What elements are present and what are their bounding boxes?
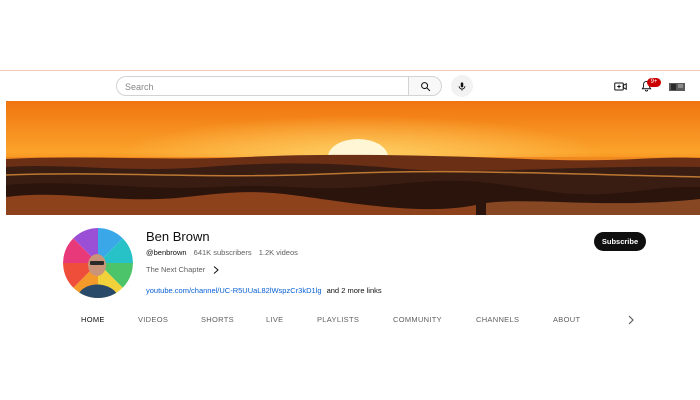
tab-home[interactable]: HOME (81, 315, 105, 324)
search-box (116, 76, 408, 96)
account-avatar[interactable] (669, 80, 685, 92)
channel-name: Ben Brown (146, 229, 210, 244)
channel-handle: @benbrown (146, 248, 187, 257)
tab-playlists[interactable]: PLAYLISTS (317, 315, 359, 324)
video-count: 1.2K videos (258, 248, 298, 257)
channel-link[interactable]: youtube.com/channel/UC-R5UUaL82lWspzCr3k… (146, 286, 322, 295)
search-input[interactable] (125, 78, 395, 96)
create-video-icon (613, 82, 627, 90)
chevron-right-icon (213, 265, 219, 274)
tab-about[interactable]: ABOUT (553, 315, 580, 324)
create-button[interactable] (612, 78, 628, 94)
subscriber-count: 641K subscribers (193, 248, 252, 257)
notification-badge: 9+ (647, 78, 661, 87)
search-icon (420, 81, 430, 91)
more-links[interactable]: and 2 more links (327, 286, 382, 295)
voice-search-button[interactable] (451, 75, 473, 97)
channel-meta: @benbrown 641K subscribers 1.2K videos (146, 248, 303, 257)
channel-avatar[interactable] (63, 228, 133, 298)
tab-live[interactable]: LIVE (266, 315, 283, 324)
tab-shorts[interactable]: SHORTS (201, 315, 234, 324)
channel-links: youtube.com/channel/UC-R5UUaL82lWspzCr3k… (146, 286, 382, 295)
tabs-scroll-right-icon[interactable] (626, 314, 636, 326)
tab-videos[interactable]: VIDEOS (138, 315, 168, 324)
search-button[interactable] (408, 76, 442, 96)
masthead (0, 71, 700, 101)
mic-icon (458, 81, 466, 91)
tab-channels[interactable]: CHANNELS (476, 315, 519, 324)
tab-community[interactable]: COMMUNITY (393, 315, 442, 324)
channel-banner (6, 101, 700, 215)
subscribe-button[interactable]: Subscribe (594, 232, 646, 251)
description-text: The Next Chapter (146, 265, 206, 274)
channel-description[interactable]: The Next Chapter (146, 265, 219, 274)
